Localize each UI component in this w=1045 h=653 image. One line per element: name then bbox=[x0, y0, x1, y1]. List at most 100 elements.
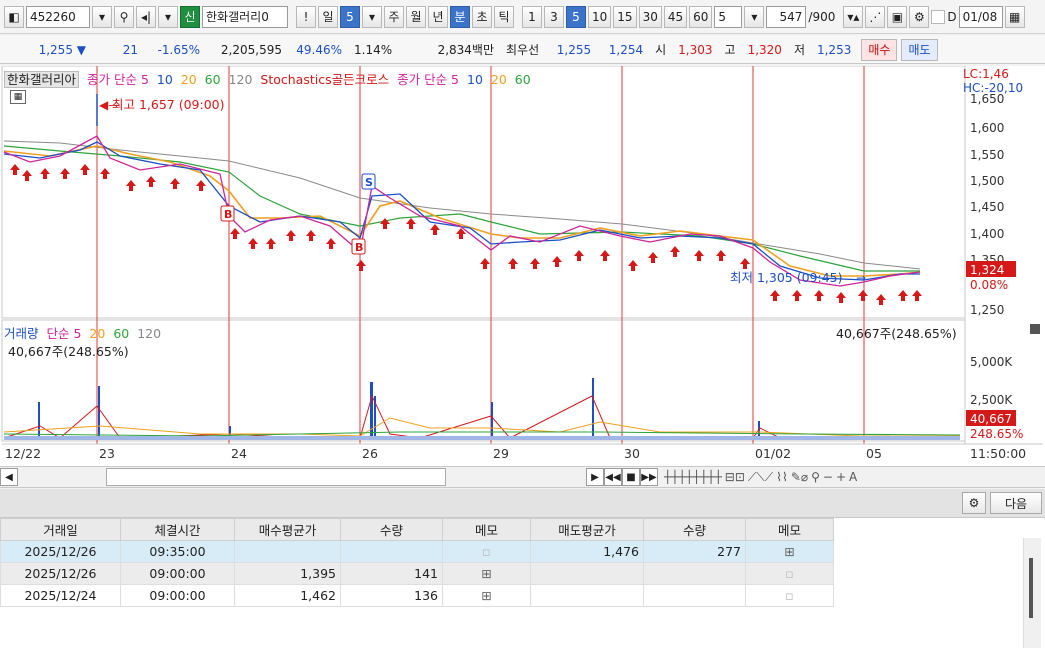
table-row[interactable]: 2025/12/26 09:00:00 1,395 141 ⊞ ▫ bbox=[0, 562, 834, 585]
bar-count-input[interactable]: 547 bbox=[766, 5, 807, 28]
next-button[interactable]: 다음 bbox=[990, 492, 1042, 514]
date-29: 29 bbox=[493, 446, 509, 461]
table-row[interactable]: 2025/12/26 09:35:00 ▫ 1,476 277 ⊞ bbox=[0, 540, 834, 563]
interval-1-button[interactable]: 1 bbox=[522, 5, 542, 28]
cell-buy-qty bbox=[340, 540, 443, 563]
period-month-button[interactable]: 월 bbox=[406, 5, 426, 28]
panel-icon[interactable]: ◧ bbox=[4, 5, 24, 28]
rewind-button[interactable]: ◀◀ bbox=[604, 468, 622, 486]
chart-area[interactable]: 1,650 1,600 1,550 1,500 1,450 1,400 1,35… bbox=[0, 66, 1045, 466]
volume-ratio: 49.46% bbox=[296, 42, 342, 57]
table-toggle-icon[interactable]: ▦ bbox=[10, 90, 26, 104]
buy-button[interactable]: 매수 bbox=[861, 38, 898, 61]
text-tool-icon[interactable]: A bbox=[849, 470, 857, 484]
layout-icon[interactable]: ⊟⊡ bbox=[725, 470, 745, 484]
chart-canvas[interactable]: 1,650 1,600 1,550 1,500 1,450 1,400 1,35… bbox=[0, 66, 1045, 466]
line-tool-icon[interactable]: ⟋⟍⟋ bbox=[748, 470, 773, 485]
interval-45-button[interactable]: 45 bbox=[663, 5, 688, 28]
period-dropdown-button[interactable]: ▾ bbox=[362, 5, 382, 28]
date-input[interactable]: 01/08 bbox=[958, 5, 1003, 28]
best-ask: 1,255 bbox=[556, 42, 592, 57]
gear-icon[interactable]: ⚙ bbox=[962, 492, 986, 514]
crosshair-icon[interactable]: ⋰ bbox=[865, 5, 886, 28]
best-bid: 1,254 bbox=[608, 42, 644, 57]
cell-sell-avg: 1,476 bbox=[530, 540, 644, 563]
alert-button[interactable]: ! bbox=[296, 5, 316, 28]
legend-ma2-label: 종가 단순 5 bbox=[397, 72, 460, 87]
col-exec-time[interactable]: 체결시간 bbox=[120, 518, 235, 541]
interval-custom-input[interactable]: 5 bbox=[714, 5, 743, 28]
tick-1450: 1,450 bbox=[970, 200, 1004, 214]
stock-name-field[interactable]: 한화갤러리0 bbox=[202, 5, 288, 28]
col-buy-memo[interactable]: 메모 bbox=[442, 518, 531, 541]
search-zoom-icon[interactable]: ⚲ bbox=[811, 470, 820, 484]
interval-5-button[interactable]: 5 bbox=[566, 5, 586, 28]
table-scrollbar[interactable] bbox=[1023, 538, 1041, 648]
scroll-left-button[interactable]: ◀ bbox=[0, 468, 18, 486]
memo-icon[interactable]: ▫ bbox=[442, 540, 531, 563]
high-label: 고 bbox=[724, 43, 736, 57]
period-num-select[interactable]: 5 bbox=[340, 5, 360, 28]
sell-button[interactable]: 매도 bbox=[901, 38, 938, 61]
zoom-ruler-icon[interactable]: ┼┼┼┼┼┼┼┼ bbox=[664, 470, 722, 484]
pane-close-icon[interactable] bbox=[1030, 324, 1040, 334]
fib-tool-icon[interactable]: ⌇⌇ bbox=[776, 470, 788, 484]
legend-stochastics: Stochastics골든크로스 bbox=[260, 72, 390, 87]
play-button[interactable]: ▶▶ bbox=[640, 468, 658, 486]
table-scroll-thumb[interactable] bbox=[1029, 558, 1033, 618]
interval-60-button[interactable]: 60 bbox=[689, 5, 713, 28]
code-dropdown-button[interactable]: ▾ bbox=[92, 5, 112, 28]
period-year-button[interactable]: 년 bbox=[428, 5, 448, 28]
cell-time: 09:35:00 bbox=[120, 540, 235, 563]
stop-button[interactable]: ■ bbox=[622, 468, 640, 486]
bar-total-label: /900 bbox=[808, 9, 836, 24]
table-row[interactable]: 2025/12/24 09:00:00 1,462 136 ⊞ ▫ bbox=[0, 584, 834, 607]
indicator-icon[interactable]: ▾▴ bbox=[843, 5, 864, 28]
cell-sell-avg bbox=[530, 562, 644, 585]
gear-icon[interactable]: ⚙ bbox=[909, 5, 930, 28]
current-price: 1,255 ▼ bbox=[38, 42, 86, 57]
open-label: 시 bbox=[655, 43, 667, 57]
chart-scroll-thumb[interactable] bbox=[106, 468, 446, 486]
speaker-icon[interactable]: ◂| bbox=[136, 5, 156, 28]
col-sell-qty[interactable]: 수량 bbox=[643, 518, 746, 541]
save-icon[interactable]: ▣ bbox=[887, 5, 908, 28]
stock-code-input[interactable]: 452260 bbox=[26, 5, 90, 28]
scroll-right-button[interactable]: ▶ bbox=[586, 468, 604, 486]
cell-time: 09:00:00 bbox=[120, 562, 235, 585]
col-buy-avg[interactable]: 매수평균가 bbox=[234, 518, 341, 541]
calendar-icon[interactable]: ▦ bbox=[1004, 5, 1025, 28]
period-tick-button[interactable]: 틱 bbox=[494, 5, 514, 28]
col-buy-qty[interactable]: 수량 bbox=[340, 518, 443, 541]
memo-edit-icon[interactable]: ⊞ bbox=[745, 540, 834, 563]
memo-edit-icon[interactable]: ⊞ bbox=[442, 584, 531, 607]
period-second-button[interactable]: 초 bbox=[472, 5, 492, 28]
memo-edit-icon[interactable]: ⊞ bbox=[442, 562, 531, 585]
trading-amount: 2,834백만 bbox=[437, 43, 494, 57]
low-price: 1,253 bbox=[816, 42, 852, 57]
table-header-row: 거래일 체결시간 매수평균가 수량 메모 매도평균가 수량 메모 bbox=[0, 518, 834, 541]
new-badge: 신 bbox=[180, 5, 200, 28]
interval-15-button[interactable]: 15 bbox=[613, 5, 637, 28]
zoom-in-icon[interactable]: + bbox=[836, 470, 846, 484]
col-sell-memo[interactable]: 메모 bbox=[745, 518, 834, 541]
interval-30-button[interactable]: 30 bbox=[638, 5, 662, 28]
memo-icon[interactable]: ▫ bbox=[745, 584, 834, 607]
period-week-button[interactable]: 주 bbox=[384, 5, 404, 28]
search-icon[interactable]: ⚲ bbox=[114, 5, 134, 28]
pen-tool-icon[interactable]: ✎⌀ bbox=[791, 470, 808, 484]
date-24: 24 bbox=[231, 446, 247, 461]
col-sell-avg[interactable]: 매도평균가 bbox=[530, 518, 644, 541]
interval-10-button[interactable]: 10 bbox=[588, 5, 612, 28]
col-trade-date[interactable]: 거래일 bbox=[0, 518, 121, 541]
interval-3-button[interactable]: 3 bbox=[544, 5, 564, 28]
sell-signal-text: S bbox=[365, 176, 373, 189]
period-day-button[interactable]: 일 bbox=[318, 5, 338, 28]
zoom-out-icon[interactable]: − bbox=[823, 470, 833, 484]
memo-icon[interactable]: ▫ bbox=[745, 562, 834, 585]
date-checkbox[interactable] bbox=[931, 9, 946, 24]
menu-dropdown-button[interactable]: ▾ bbox=[158, 5, 178, 28]
legend-ma120: 120 bbox=[228, 72, 253, 87]
period-minute-button[interactable]: 분 bbox=[450, 5, 470, 28]
interval-dropdown-button[interactable]: ▾ bbox=[744, 5, 765, 28]
